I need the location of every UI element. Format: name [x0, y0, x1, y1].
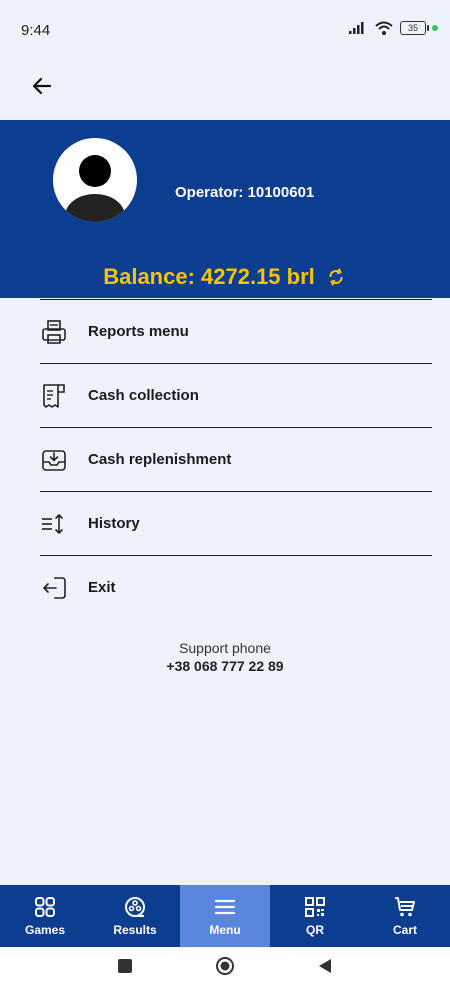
operator-id: Operator: 10100601: [175, 184, 315, 201]
battery-icon: 35: [400, 21, 429, 35]
circle-icon: [216, 957, 234, 975]
film-reel-icon: [125, 897, 145, 917]
tab-label: Menu: [209, 923, 241, 937]
tab-label: Cart: [392, 923, 417, 937]
tab-qr[interactable]: QR: [270, 885, 360, 947]
inbox-download-icon: [42, 449, 66, 471]
menu-item-history[interactable]: History: [40, 492, 432, 556]
qr-code-icon: [305, 897, 325, 917]
printer-icon: [42, 319, 66, 344]
home-button[interactable]: [175, 956, 275, 976]
avatar: [53, 138, 137, 222]
menu-item-cash-replenishment[interactable]: Cash replenishment: [40, 428, 432, 492]
privacy-indicator-dot: [432, 25, 438, 31]
support-phone[interactable]: +38 068 777 22 89: [0, 658, 450, 674]
menu-item-label: Exit: [88, 579, 116, 596]
menu-item-label: Cash replenishment: [88, 451, 232, 468]
list-sort-icon: [42, 513, 63, 534]
user-avatar-icon: [65, 155, 125, 222]
status-bar: 9:44 35: [0, 0, 450, 56]
receipt-icon: [43, 383, 65, 408]
hamburger-icon: [214, 899, 236, 915]
system-nav-bar: [0, 947, 450, 985]
tab-menu[interactable]: Menu: [180, 885, 270, 947]
balance-row: Balance: 4272.15 brl: [0, 264, 450, 290]
tab-games[interactable]: Games: [0, 885, 90, 947]
support-title: Support phone: [179, 640, 271, 656]
square-icon: [118, 959, 132, 973]
grid-icon: [35, 897, 55, 917]
tab-label: Results: [113, 923, 157, 937]
support-block: Support phone +38 068 777 22 89: [0, 640, 450, 674]
back-button[interactable]: [28, 72, 56, 100]
tab-results[interactable]: Results: [90, 885, 180, 947]
cart-icon: [395, 897, 415, 917]
profile-header: Operator: 10100601 Balance: 4272.15 brl: [0, 120, 450, 298]
tab-label: Games: [24, 923, 66, 937]
refresh-icon[interactable]: [325, 266, 347, 288]
recents-button[interactable]: [75, 958, 175, 974]
menu-item-label: Reports menu: [88, 323, 189, 340]
bottom-nav: Games Results Menu QR Cart: [0, 885, 450, 947]
exit-door-icon: [43, 576, 66, 599]
back-system-button[interactable]: [275, 958, 375, 974]
tab-cart[interactable]: Cart: [360, 885, 450, 947]
status-icons: 35: [348, 20, 438, 36]
menu-list: Reports menu Cash collection Cash replen…: [40, 299, 432, 619]
status-time: 9:44: [21, 22, 51, 39]
signal-icon: [349, 22, 364, 34]
wifi-icon: [375, 21, 393, 35]
menu-item-reports[interactable]: Reports menu: [40, 299, 432, 364]
arrow-left-icon: [32, 77, 52, 95]
menu-item-label: Cash collection: [88, 387, 199, 404]
menu-item-exit[interactable]: Exit: [40, 556, 432, 619]
menu-item-cash-collection[interactable]: Cash collection: [40, 364, 432, 428]
balance-value: Balance: 4272.15 brl: [103, 264, 315, 289]
tab-label: QR: [306, 923, 324, 937]
menu-item-label: History: [88, 515, 140, 532]
triangle-back-icon: [319, 959, 331, 973]
